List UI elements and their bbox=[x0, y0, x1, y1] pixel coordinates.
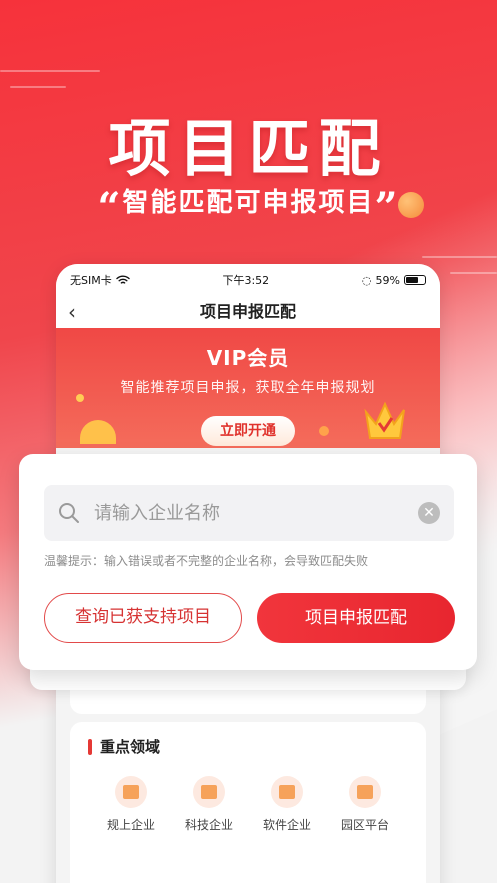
chart-board-icon bbox=[348, 776, 381, 808]
crown-icon bbox=[364, 401, 405, 439]
status-time: 下午3:52 bbox=[222, 274, 270, 287]
decor-orb bbox=[398, 192, 424, 218]
battery-percent: 59% bbox=[375, 273, 400, 287]
area-label: 软件企业 bbox=[262, 818, 311, 832]
hero-subtitle-text: 智能匹配可申报项目 bbox=[122, 188, 375, 218]
decor-line bbox=[0, 70, 100, 72]
chevron-left-icon[interactable]: ‹ bbox=[68, 296, 76, 328]
area-item-large-enterprise[interactable]: 规上企业 bbox=[107, 776, 155, 833]
battery-icon bbox=[403, 275, 426, 285]
area-item-tech-enterprise[interactable]: 科技企业 bbox=[185, 776, 233, 833]
building-icon bbox=[114, 776, 147, 808]
decor-blob bbox=[80, 420, 116, 444]
vip-open-button[interactable]: 立即开通 bbox=[201, 416, 295, 446]
decor-line bbox=[10, 86, 66, 88]
document-icon bbox=[192, 776, 225, 808]
nav-bar: ‹ 项目申报匹配 bbox=[56, 296, 440, 328]
code-window-icon bbox=[270, 776, 303, 808]
nav-title: 项目申报匹配 bbox=[199, 302, 296, 321]
decor-dot bbox=[319, 426, 329, 436]
clear-icon[interactable]: ✕ bbox=[418, 502, 440, 524]
carrier-label: 无SIM卡 bbox=[70, 274, 112, 287]
orientation-lock-icon: ◌ bbox=[361, 273, 372, 287]
area-item-software-enterprise[interactable]: 软件企业 bbox=[263, 776, 311, 833]
area-label: 园区平台 bbox=[340, 818, 389, 832]
decor-line bbox=[450, 272, 497, 274]
area-label: 科技企业 bbox=[184, 818, 233, 832]
vip-title: VIP会员 bbox=[206, 346, 290, 370]
area-item-park-platform[interactable]: 园区平台 bbox=[341, 776, 389, 833]
search-box: ✕ bbox=[44, 485, 454, 541]
search-card: ✕ 温馨提示：输入错误或者不完整的企业名称，会导致匹配失败 查询已获支持项目 项… bbox=[19, 454, 477, 670]
section-title: 重点领域 bbox=[100, 738, 161, 756]
wifi-icon bbox=[116, 275, 130, 284]
project-match-button[interactable]: 项目申报匹配 bbox=[257, 593, 455, 643]
vip-description: 智能推荐项目申报，获取全年申报规划 bbox=[120, 380, 376, 396]
area-label: 规上企业 bbox=[106, 818, 155, 832]
status-bar: 无SIM卡 下午3:52 ◌ 59% bbox=[56, 264, 440, 296]
open-quote: “ bbox=[97, 184, 123, 231]
vip-banner[interactable]: VIP会员 智能推荐项目申报，获取全年申报规划 立即开通 bbox=[56, 328, 440, 448]
input-tip: 温馨提示：输入错误或者不完整的企业名称，会导致匹配失败 bbox=[44, 554, 369, 568]
decor-line bbox=[422, 256, 497, 258]
key-areas-card: 重点领域 规上企业 科技企业 软件企业 园区平台 bbox=[70, 722, 426, 883]
section-marker bbox=[88, 738, 92, 755]
company-name-input[interactable] bbox=[94, 502, 418, 524]
key-areas-list: 规上企业 科技企业 软件企业 园区平台 bbox=[70, 776, 426, 833]
close-quote: ” bbox=[374, 184, 400, 231]
query-supported-projects-button[interactable]: 查询已获支持项目 bbox=[44, 593, 242, 643]
decor-dot bbox=[76, 394, 84, 402]
search-icon bbox=[59, 503, 79, 523]
hero-title: 项目匹配 bbox=[108, 112, 389, 185]
